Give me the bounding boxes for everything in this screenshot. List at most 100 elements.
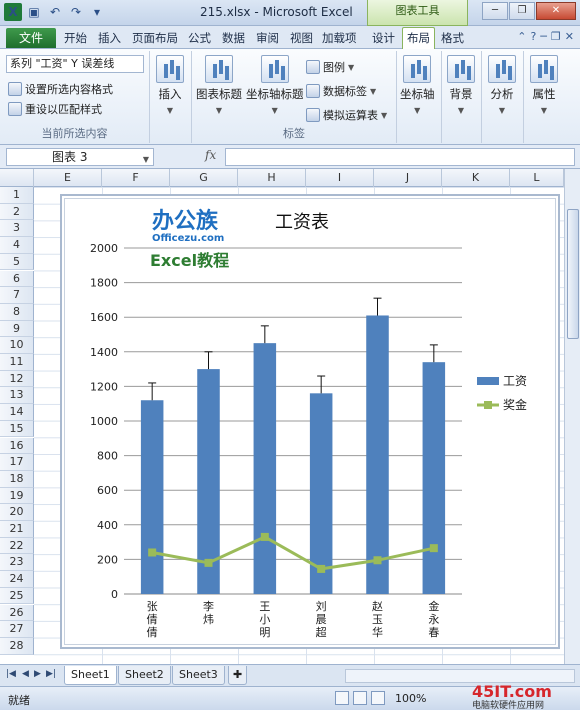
row-header[interactable]: 13: [0, 387, 34, 405]
bonus-marker-1[interactable]: [204, 558, 213, 567]
bar-2[interactable]: [253, 343, 277, 594]
chart-svg[interactable]: 办公族 Officezu.com Excel教程 工资表 0 200 400 600 8…: [62, 196, 562, 651]
row-header[interactable]: 2: [0, 203, 34, 221]
tab-review[interactable]: 审阅: [256, 30, 279, 46]
column-header[interactable]: G: [170, 169, 238, 187]
minimize-button[interactable]: ─: [482, 2, 508, 20]
tab-data[interactable]: 数据: [222, 30, 245, 46]
page-break-view-icon[interactable]: [371, 691, 385, 705]
plot-area[interactable]: 0 200 400 600 800 1000 1200 1400 1600 1800 2000 张倩倩…: [90, 242, 462, 639]
row-header[interactable]: 7: [0, 287, 34, 304]
vertical-scrollbar[interactable]: [564, 169, 580, 664]
reset-style-button[interactable]: 重设以匹配样式: [8, 101, 102, 117]
page-layout-view-icon[interactable]: [353, 691, 367, 705]
excel-app-icon[interactable]: X: [4, 3, 22, 21]
bar-5[interactable]: [422, 362, 446, 594]
last-sheet-icon[interactable]: ▶|: [46, 669, 56, 679]
name-box[interactable]: 图表 3 ▼: [6, 148, 154, 166]
column-header[interactable]: H: [238, 169, 306, 187]
axes-button[interactable]: 坐标轴 ▼: [400, 55, 435, 116]
tab-insert[interactable]: 插入: [98, 30, 121, 46]
row-header[interactable]: 4: [0, 237, 34, 254]
row-header[interactable]: 1: [0, 187, 34, 204]
doc-close-icon[interactable]: ✕: [565, 30, 574, 43]
tab-home[interactable]: 开始: [64, 30, 87, 46]
restore-button[interactable]: ❐: [509, 2, 535, 20]
row-header[interactable]: 22: [0, 537, 34, 555]
doc-restore-icon[interactable]: ❐: [551, 30, 561, 43]
column-header[interactable]: F: [102, 169, 170, 187]
zoom-level[interactable]: 100%: [395, 692, 426, 705]
sheet-tab-3[interactable]: Sheet3: [172, 666, 225, 685]
worksheet[interactable]: E F G H I J K L 1 2 3 4 5 6 7 8 9 10 11 12 13 14 15 16 1…: [0, 169, 580, 664]
sheet-tab-1[interactable]: Sheet1: [64, 666, 117, 685]
first-sheet-icon[interactable]: |◀: [6, 669, 16, 679]
tab-formulas[interactable]: 公式: [188, 30, 211, 46]
bonus-marker-2[interactable]: [260, 532, 269, 541]
analysis-button[interactable]: 分析 ▼: [488, 55, 516, 116]
background-button[interactable]: 背景 ▼: [447, 55, 475, 116]
row-header[interactable]: 20: [0, 504, 34, 521]
chart-title[interactable]: 工资表: [275, 212, 329, 233]
bonus-marker-4[interactable]: [373, 556, 382, 565]
bonus-line[interactable]: [151, 535, 435, 571]
vertical-scroll-thumb[interactable]: [567, 209, 579, 339]
row-header[interactable]: 5: [0, 253, 34, 271]
axis-title-button[interactable]: 坐标轴标题 ▼: [246, 55, 304, 116]
name-box-dropdown-icon[interactable]: ▼: [143, 152, 149, 168]
row-header[interactable]: 15: [0, 420, 34, 438]
row-header[interactable]: 11: [0, 354, 34, 371]
chart-area[interactable]: 办公族 Officezu.com Excel教程 工资表 0 200 400 600 8…: [60, 194, 560, 649]
data-table-button[interactable]: 模拟运算表 ▼: [306, 107, 387, 123]
column-header[interactable]: K: [442, 169, 510, 187]
row-header[interactable]: 21: [0, 521, 34, 538]
chart-title-button[interactable]: 图表标题 ▼: [196, 55, 242, 116]
fx-icon[interactable]: fx: [205, 148, 216, 162]
bonus-marker-0[interactable]: [148, 548, 157, 557]
row-header[interactable]: 6: [0, 270, 34, 288]
select-all-corner[interactable]: [0, 169, 34, 187]
properties-button[interactable]: 属性 ▼: [530, 55, 558, 116]
row-header[interactable]: 10: [0, 337, 34, 354]
bonus-marker-5[interactable]: [429, 544, 438, 553]
undo-icon[interactable]: ↶: [46, 3, 64, 21]
bar-4[interactable]: [366, 315, 389, 594]
tab-format[interactable]: 格式: [441, 30, 464, 46]
row-header[interactable]: 17: [0, 454, 34, 471]
column-header[interactable]: I: [306, 169, 374, 187]
minimize-ribbon-icon[interactable]: ⌃: [517, 30, 526, 43]
tab-addins[interactable]: 加载项: [322, 30, 357, 46]
tab-design[interactable]: 设计: [372, 30, 395, 46]
bonus-marker-3[interactable]: [317, 564, 326, 573]
column-header[interactable]: J: [374, 169, 442, 187]
row-header[interactable]: 18: [0, 470, 34, 488]
data-labels-button[interactable]: 数据标签 ▼: [306, 83, 376, 99]
sheet-tab-2[interactable]: Sheet2: [118, 666, 171, 685]
row-header[interactable]: 27: [0, 621, 34, 638]
insert-button[interactable]: 插入 ▼: [156, 55, 184, 116]
redo-icon[interactable]: ↷: [67, 3, 85, 21]
row-header[interactable]: 3: [0, 220, 34, 238]
row-header[interactable]: 23: [0, 554, 34, 572]
tab-layout[interactable]: 布局: [402, 27, 435, 50]
format-selection-button[interactable]: 设置所选内容格式: [8, 81, 113, 97]
next-sheet-icon[interactable]: ▶: [34, 669, 41, 679]
row-header[interactable]: 24: [0, 571, 34, 588]
column-header[interactable]: L: [510, 169, 564, 187]
normal-view-icon[interactable]: [335, 691, 349, 705]
row-header[interactable]: 25: [0, 587, 34, 605]
row-header[interactable]: 12: [0, 370, 34, 388]
formula-input[interactable]: [225, 148, 575, 166]
customize-qat-icon[interactable]: ▾: [88, 3, 106, 21]
doc-minimize-icon[interactable]: ─: [540, 30, 547, 43]
row-header[interactable]: 14: [0, 404, 34, 421]
chart-elements-combo[interactable]: 系列 "工资" Y 误差线: [6, 55, 144, 73]
save-icon[interactable]: ▣: [25, 3, 43, 21]
row-header[interactable]: 9: [0, 320, 34, 338]
tab-file[interactable]: 文件: [6, 28, 56, 48]
row-header[interactable]: 8: [0, 303, 34, 321]
row-header[interactable]: 16: [0, 437, 34, 455]
help-icon[interactable]: ?: [530, 30, 536, 43]
legend-button[interactable]: 图例 ▼: [306, 59, 354, 75]
close-button[interactable]: ✕: [536, 2, 576, 20]
